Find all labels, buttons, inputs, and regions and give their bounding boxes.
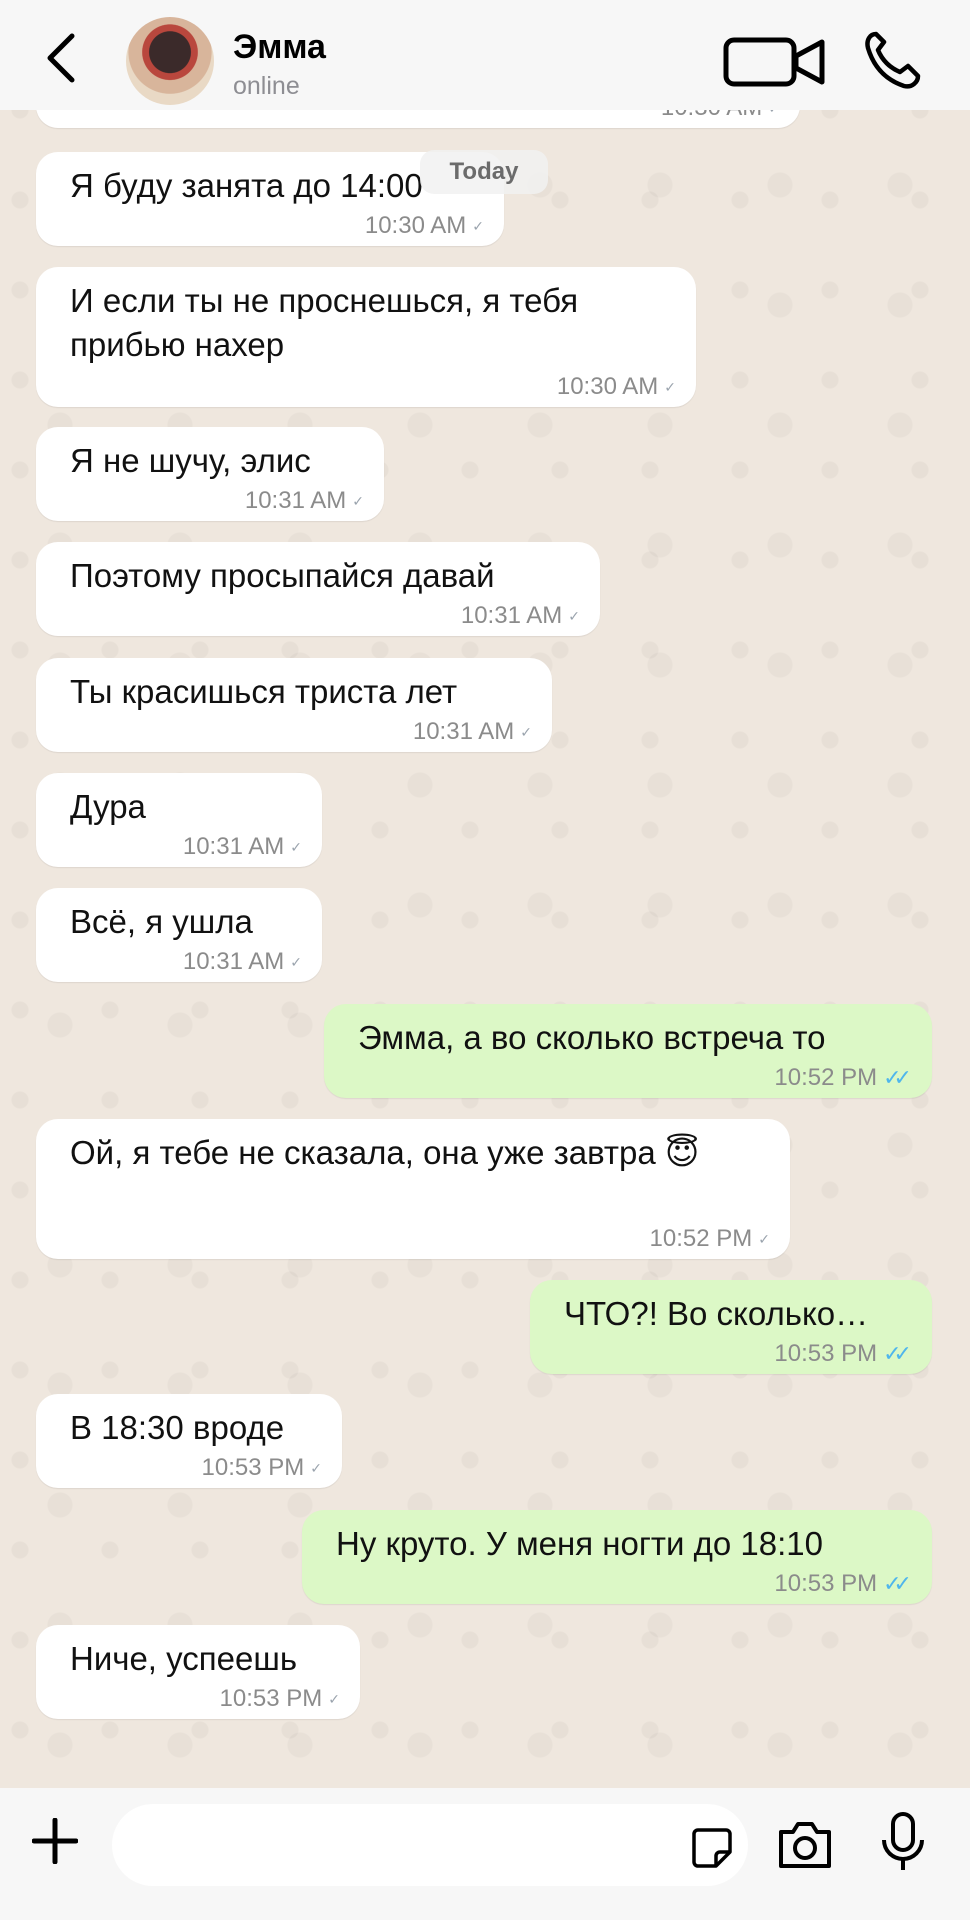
message-meta: 10:31 AM ✓ xyxy=(183,948,302,976)
message-time: 10:52 PM xyxy=(649,1225,753,1252)
contact-name[interactable]: Эмма xyxy=(233,28,326,67)
message-text: Всё, я ушла xyxy=(70,903,253,940)
date-separator: Today xyxy=(420,150,548,194)
check-icon: ✓ xyxy=(520,723,532,740)
message-time: 10:30 AM xyxy=(556,373,659,400)
plus-icon xyxy=(31,1817,79,1865)
read-ticks-icon: ✓✓ xyxy=(883,1341,912,1366)
video-icon xyxy=(723,37,825,87)
message-meta: 10:31 AM ✓ xyxy=(461,602,580,630)
message-time: 10:53 PM xyxy=(774,1340,878,1367)
check-icon: ✓ xyxy=(328,1690,340,1707)
message-bubble[interactable]: Ниче, успеешь 10:53 PM ✓ xyxy=(36,1625,360,1719)
message-text: Ты красишься триста лет xyxy=(70,673,458,710)
message-text: В 18:30 вроде xyxy=(70,1409,285,1446)
check-icon: ✓ xyxy=(568,607,580,624)
phone-icon xyxy=(865,31,921,89)
message-bubble-outgoing[interactable]: Ну круто. У меня ногти до 18:10 10:53 PM… xyxy=(302,1510,932,1604)
voice-record-button[interactable] xyxy=(880,1812,926,1874)
check-icon: ✓ xyxy=(310,1459,322,1476)
camera-icon xyxy=(779,1822,831,1868)
back-button[interactable] xyxy=(38,28,88,88)
message-text: Я буду занята до 14:00 xyxy=(70,167,423,204)
message-time: 10:53 PM xyxy=(219,1685,323,1712)
message-bubble[interactable]: И если ты не проснешься, я тебя прибью н… xyxy=(36,267,696,407)
message-bubble[interactable]: Ты красишься триста лет 10:31 AM ✓ xyxy=(36,658,552,752)
message-text: Дура xyxy=(70,788,146,825)
camera-button[interactable] xyxy=(777,1816,833,1872)
check-icon: ✓ xyxy=(290,953,302,970)
avatar[interactable] xyxy=(126,17,214,105)
check-icon: ✓ xyxy=(664,378,676,395)
message-text: Ой, я тебе не сказала, она уже завтра 😇 xyxy=(70,1134,700,1171)
message-meta: 10:53 PM ✓✓ xyxy=(774,1570,912,1598)
message-text: ЧТО?! Во сколько… xyxy=(564,1295,869,1332)
message-time: 10:52 PM xyxy=(774,1064,878,1091)
message-time: 10:31 AM xyxy=(182,833,285,860)
check-icon: ✓ xyxy=(352,492,364,509)
message-meta: 10:31 AM ✓ xyxy=(413,718,532,746)
message-bubble[interactable]: В 18:30 вроде 10:53 PM ✓ xyxy=(36,1394,342,1488)
message-input[interactable] xyxy=(112,1804,748,1886)
sticker-icon xyxy=(692,1828,732,1868)
message-time: 10:31 AM xyxy=(182,948,285,975)
contact-status: online xyxy=(233,72,300,100)
message-meta: 10:31 AM ✓ xyxy=(183,833,302,861)
message-meta: 10:52 PM ✓ xyxy=(650,1225,770,1253)
message-time: 10:53 PM xyxy=(201,1454,305,1481)
mic-icon xyxy=(882,1812,924,1870)
check-icon: ✓ xyxy=(290,838,302,855)
message-bubble[interactable]: Всё, я ушла 10:31 AM ✓ xyxy=(36,888,322,982)
message-bubble-outgoing[interactable]: Эмма, а во сколько встреча то 10:52 PM ✓… xyxy=(324,1004,932,1098)
read-ticks-icon: ✓✓ xyxy=(883,1571,912,1596)
message-text: Ну круто. У меня ногти до 18:10 xyxy=(336,1525,823,1562)
message-bubble[interactable]: Ой, я тебе не сказала, она уже завтра 😇 … xyxy=(36,1119,790,1259)
message-bubble[interactable]: Я не шучу, элис 10:31 AM ✓ xyxy=(36,427,384,521)
check-icon: ✓ xyxy=(472,217,484,234)
message-meta: 10:53 PM ✓ xyxy=(220,1685,340,1713)
read-ticks-icon: ✓✓ xyxy=(883,1065,912,1090)
message-meta: 10:53 PM ✓ xyxy=(202,1454,322,1482)
message-text: И если ты не проснешься, я тебя прибью н… xyxy=(70,282,579,363)
video-call-button[interactable] xyxy=(722,30,828,90)
message-bubble[interactable]: Поэтому просыпайся давай 10:31 AM ✓ xyxy=(36,542,600,636)
message-meta: 10:52 PM ✓✓ xyxy=(774,1064,912,1092)
message-bubble-outgoing[interactable]: ЧТО?! Во сколько… 10:53 PM ✓✓ xyxy=(530,1280,932,1374)
message-text: Я не шучу, элис xyxy=(70,442,311,479)
message-meta: 10:31 AM ✓ xyxy=(245,487,364,515)
message-time: 10:31 AM xyxy=(412,718,515,745)
message-meta: 10:30 AM ✓ xyxy=(557,373,676,401)
voice-call-button[interactable] xyxy=(862,28,922,90)
back-icon xyxy=(47,33,75,83)
message-text: Ниче, успеешь xyxy=(70,1640,298,1677)
sticker-button[interactable] xyxy=(690,1826,734,1870)
composer-bar xyxy=(0,1788,970,1920)
message-meta: 10:53 PM ✓✓ xyxy=(774,1340,912,1368)
message-list[interactable]: 10:30 AM ✓ Today Я буду занята до 14:00 … xyxy=(0,0,970,1788)
message-time: 10:53 PM xyxy=(774,1570,878,1597)
check-icon: ✓ xyxy=(758,1230,770,1247)
message-time: 10:31 AM xyxy=(460,602,563,629)
attach-button[interactable] xyxy=(31,1817,79,1865)
message-time: 10:31 AM xyxy=(244,487,347,514)
message-bubble[interactable]: Дура 10:31 AM ✓ xyxy=(36,773,322,867)
message-text: Поэтому просыпайся давай xyxy=(70,557,495,594)
message-text: Эмма, а во сколько встреча то xyxy=(358,1019,826,1056)
chat-header: Эмма online xyxy=(0,0,970,110)
message-time: 10:30 AM xyxy=(364,212,467,239)
message-meta: 10:30 AM ✓ xyxy=(365,212,484,240)
